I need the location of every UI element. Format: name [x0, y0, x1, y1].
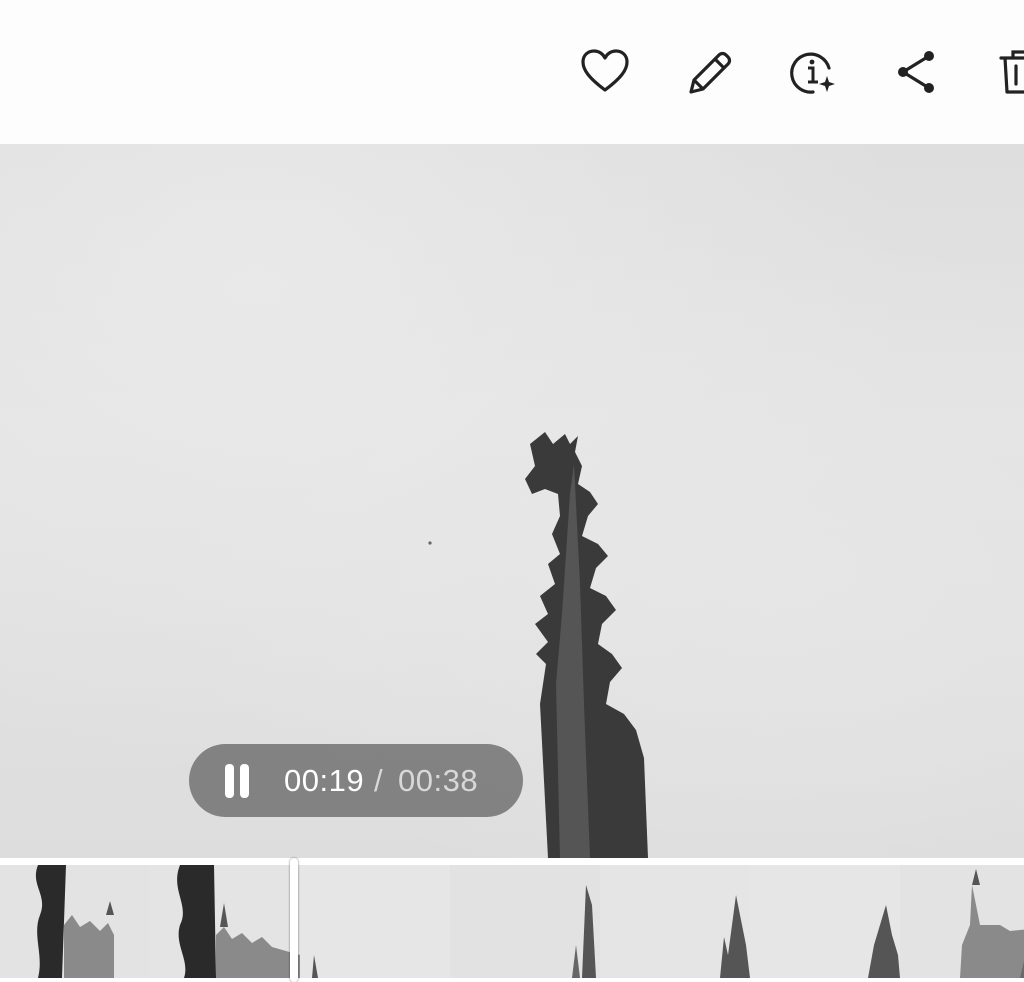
total-time: 00:38 [398, 763, 479, 798]
playback-controls: 00:19 / 00:38 [189, 744, 523, 817]
heart-icon [581, 49, 629, 92]
current-time: 00:19 [284, 763, 365, 798]
filmstrip-frames [0, 865, 1024, 978]
pause-icon [225, 764, 234, 798]
delete-button[interactable] [993, 44, 1024, 100]
share-button[interactable] [889, 44, 945, 100]
video-viewer[interactable] [0, 144, 1024, 858]
share-icon [898, 51, 934, 93]
pause-button[interactable] [219, 763, 255, 799]
pencil-icon [689, 51, 732, 94]
filmstrip-frame [150, 865, 300, 978]
top-toolbar [0, 0, 1024, 144]
filmstrip-frame [600, 865, 750, 978]
info-sparkle-icon [790, 52, 835, 94]
time-separator: / [374, 763, 383, 798]
filmstrip-frame [0, 865, 150, 978]
scrubber-handle[interactable] [290, 858, 298, 982]
filmstrip[interactable] [0, 858, 1024, 982]
trash-icon [999, 50, 1024, 94]
video-frame [428, 432, 648, 858]
details-button[interactable] [785, 44, 841, 100]
filmstrip-frame [300, 865, 450, 978]
edit-button[interactable] [681, 44, 737, 100]
filmstrip-frame [750, 865, 900, 978]
filmstrip-frame [450, 865, 600, 978]
favorite-button[interactable] [577, 44, 633, 100]
filmstrip-frame [900, 865, 1024, 978]
